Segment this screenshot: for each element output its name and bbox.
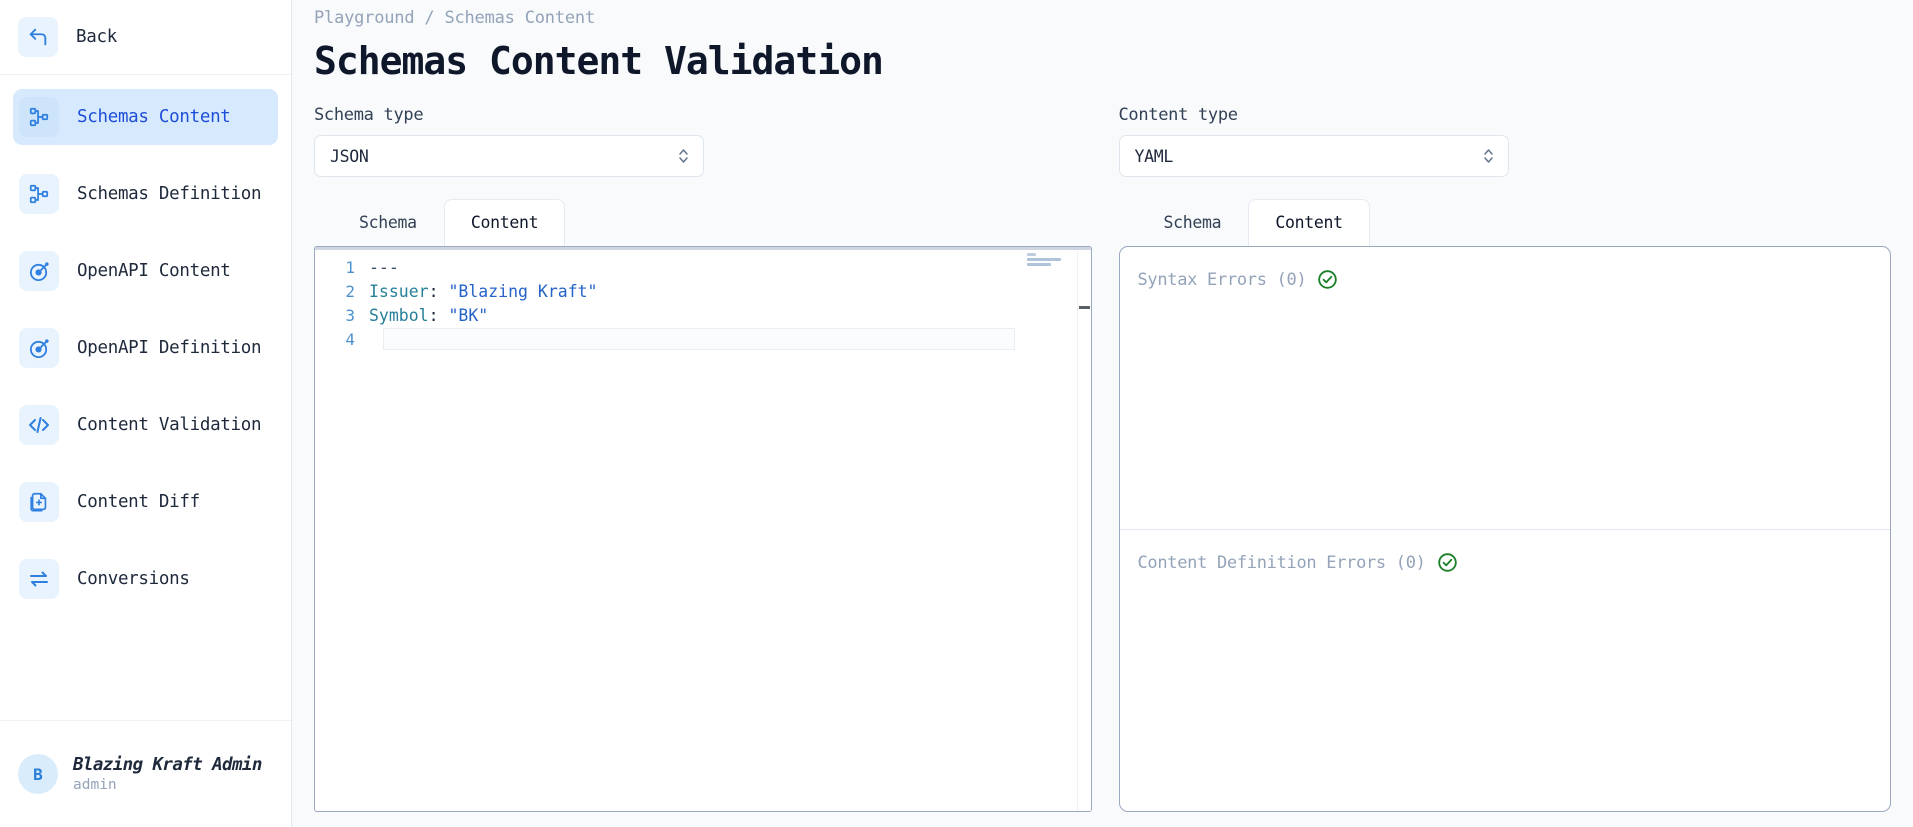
line-number: 1 [345,257,355,277]
check-circle-icon [1317,269,1338,290]
content-definition-errors-header: Content Definition Errors (0) [1138,552,1873,573]
schema-type-label: Schema type [314,105,424,125]
syntax-errors-header: Syntax Errors (0) [1138,269,1873,290]
sidebar-back-button[interactable]: Back [0,0,291,75]
content-definition-errors-pane: Content Definition Errors (0) [1119,529,1890,811]
sidebar-item-schemas-definition[interactable]: Schemas Definition [13,166,278,222]
content-type-label: Content type [1118,105,1239,125]
panels-row: Schema type JSON Schema Content 1 --- 2 … [314,105,1895,812]
code-token: : [428,305,449,325]
tab-schema-left[interactable]: Schema [332,199,444,246]
sidebar-item-content-validation[interactable]: Content Validation [13,397,278,453]
user-name: Blazing Kraft Admin [73,755,262,775]
sidebar-back-label: Back [76,27,117,47]
sidebar-item-label: Content Validation [77,415,262,435]
right-tabs: Schema Content [1119,199,1896,246]
left-panel: Schema type JSON Schema Content 1 --- 2 … [314,105,1105,812]
sidebar-item-label: OpenAPI Content [77,261,231,281]
swap-arrows-icon [19,559,59,599]
user-role: admin [73,777,117,793]
sidebar-item-label: Schemas Content [77,107,231,127]
line-number: 3 [345,305,355,325]
app-root: Back Schemas Content Schemas Definition … [0,0,1913,827]
chevron-updown-icon [1482,146,1495,166]
editor-scrollbar-thumb[interactable] [1079,306,1090,309]
content-definition-errors-title: Content Definition Errors (0) [1137,552,1426,573]
code-token: "BK" [448,305,489,325]
code-token: --- [369,257,399,277]
sidebar-item-conversions[interactable]: Conversions [13,551,278,607]
sidebar-nav: Schemas Content Schemas Definition OpenA… [0,75,291,720]
breadcrumb: Playground / Schemas Content [314,8,595,28]
schema-tree-icon [19,97,59,137]
code-token: : [428,281,449,301]
right-panel: Content type YAML Schema Content Syntax … [1105,105,1896,812]
editor-line: 2 Issuer: "Blazing Kraft" [315,279,1091,303]
schema-type-value: JSON [330,146,369,166]
syntax-errors-pane: Syntax Errors (0) [1120,247,1891,529]
schema-tree-icon [19,174,59,214]
sidebar-item-schemas-content[interactable]: Schemas Content [13,89,278,145]
tab-schema-right[interactable]: Schema [1137,199,1249,246]
code-editor[interactable]: 1 --- 2 Issuer: "Blazing Kraft" 3 Symbol… [314,246,1092,812]
content-type-select[interactable]: YAML [1118,135,1509,177]
editor-line: 3 Symbol: "BK" [315,303,1091,327]
sidebar-item-openapi-content[interactable]: OpenAPI Content [13,243,278,299]
tab-content-right[interactable]: Content [1248,199,1370,246]
page-title: Schemas Content Validation [314,39,884,83]
openapi-icon [19,328,59,368]
editor-code-area[interactable]: 1 --- 2 Issuer: "Blazing Kraft" 3 Symbol… [315,247,1091,351]
schema-type-select[interactable]: JSON [314,135,704,177]
left-tabs: Schema Content [314,199,1105,246]
tab-content-left[interactable]: Content [443,199,566,246]
line-number: 2 [345,281,355,301]
content-type-value: YAML [1134,146,1174,166]
editor-line-current: 4 [315,327,1091,351]
sidebar-item-label: Content Diff [77,492,200,512]
sidebar-item-label: Schemas Definition [77,184,262,204]
main-content: Playground / Schemas Content Schemas Con… [292,0,1913,827]
sidebar-item-openapi-definition[interactable]: OpenAPI Definition [13,320,278,376]
code-token: "Blazing Kraft" [448,281,598,301]
code-brackets-icon [19,405,59,445]
sidebar-item-label: OpenAPI Definition [77,338,262,358]
sidebar-user-profile[interactable]: B Blazing Kraft Admin admin [0,720,291,827]
sidebar-item-content-diff[interactable]: Content Diff [13,474,278,530]
code-token: Issuer [369,281,429,301]
editor-line: 1 --- [315,255,1091,279]
file-diff-icon [19,482,59,522]
editor-vertical-scrollbar[interactable] [1077,251,1091,811]
line-number: 4 [345,329,355,349]
validation-results: Syntax Errors (0) Content Definition Err… [1118,246,1891,812]
openapi-icon [19,251,59,291]
chevron-updown-icon [677,146,690,166]
back-arrow-icon [18,17,58,57]
syntax-errors-title: Syntax Errors (0) [1137,269,1307,290]
avatar: B [18,754,58,794]
sidebar: Back Schemas Content Schemas Definition … [0,0,292,827]
code-token: Symbol [369,305,429,325]
current-line-highlight [383,328,1015,350]
check-circle-icon [1437,552,1458,573]
sidebar-item-label: Conversions [77,569,190,589]
